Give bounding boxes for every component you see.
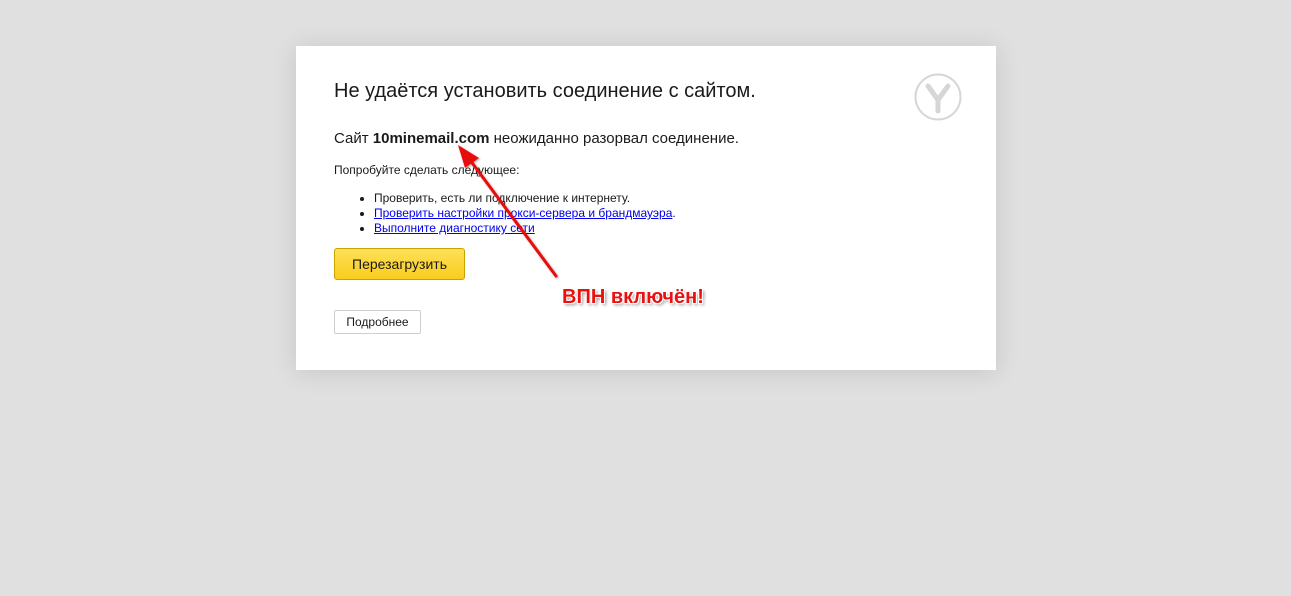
site-domain: 10minemail.com xyxy=(372,130,490,147)
annotation-label: ВПН включён! xyxy=(562,286,704,308)
message-suffix: неожиданно разорвал соединение. xyxy=(489,130,739,147)
list-item: Выполните диагностику сети xyxy=(374,221,676,236)
suggestion-check-connection: Проверить, есть ли подключение к интерне… xyxy=(374,191,631,205)
yandex-browser-logo-icon xyxy=(914,73,962,121)
error-message: Сайт 10minemail.com неожиданно разорвал … xyxy=(334,130,739,147)
details-button[interactable]: Подробнее xyxy=(334,310,421,334)
error-card: Не удаётся установить соединение с сайто… xyxy=(296,46,996,370)
page-title: Не удаётся установить соединение с сайто… xyxy=(334,80,756,102)
reload-button[interactable]: Перезагрузить xyxy=(334,248,465,280)
suggestions-list: Проверить, есть ли подключение к интерне… xyxy=(334,191,676,236)
list-item: Проверить, есть ли подключение к интерне… xyxy=(374,191,676,206)
suggestion-trailing: . xyxy=(672,206,676,220)
list-item: Проверить настройки прокси-сервера и бра… xyxy=(374,206,676,221)
proxy-firewall-settings-link[interactable]: Проверить настройки прокси-сервера и бра… xyxy=(374,206,672,220)
message-prefix: Сайт xyxy=(334,130,373,147)
suggestions-hint: Попробуйте сделать следующее: xyxy=(334,163,520,177)
network-diagnostics-link[interactable]: Выполните диагностику сети xyxy=(374,221,535,235)
